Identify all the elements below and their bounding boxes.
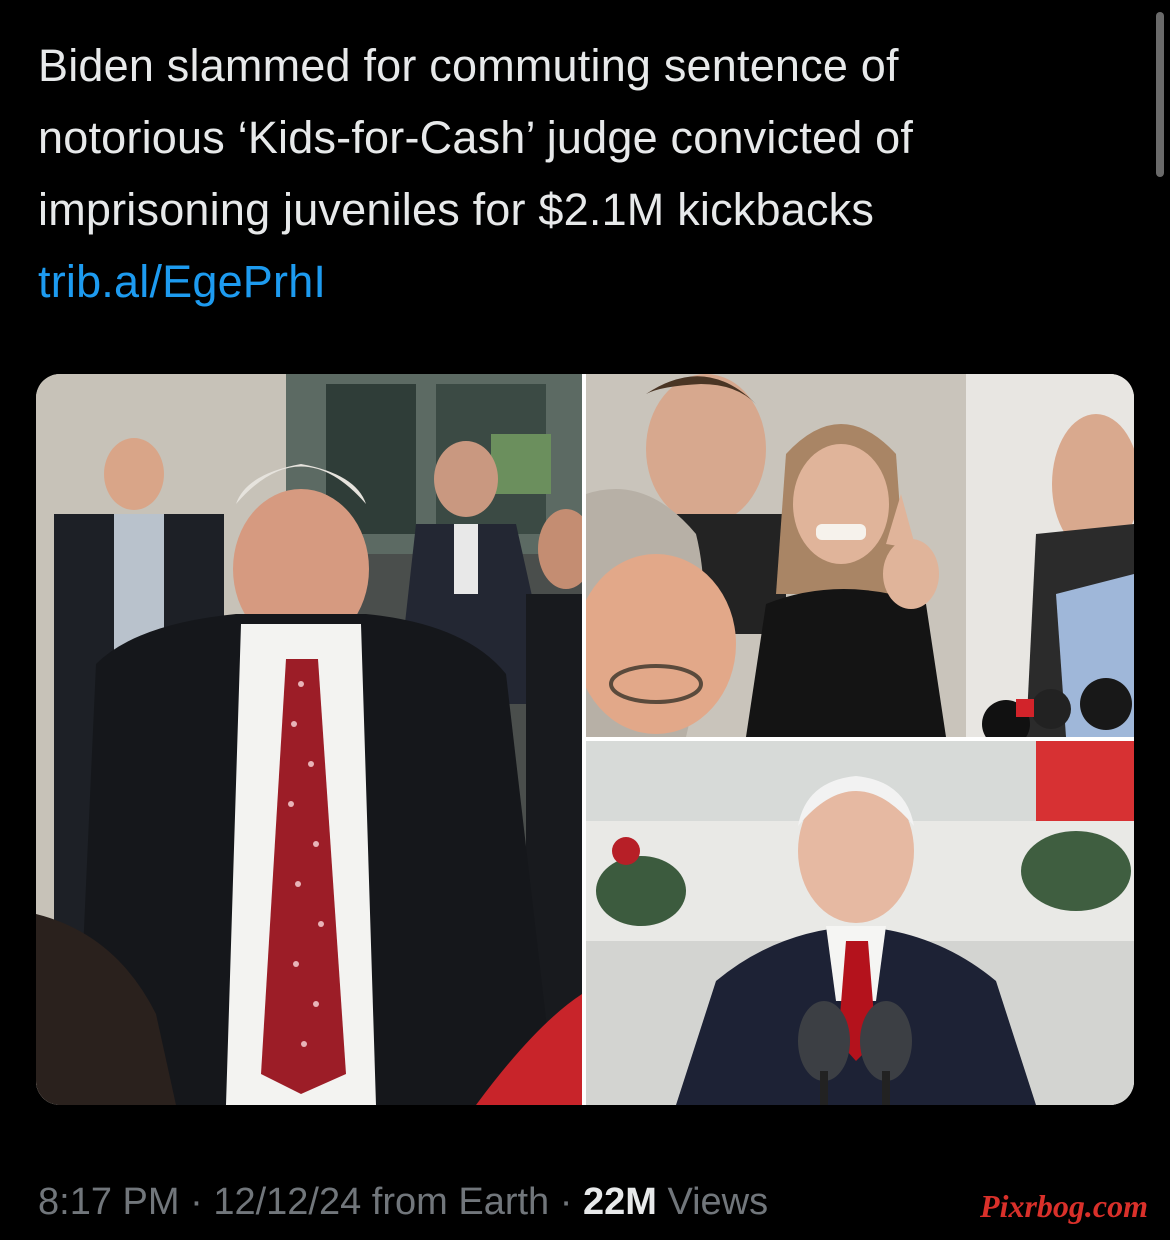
tweet-text-line-3: imprisoning juveniles for $2.1M kickback… (38, 184, 875, 235)
tweet-text-line-1: Biden slammed for commuting sentence of (38, 40, 899, 91)
tweet-text: Biden slammed for commuting sentence of … (38, 30, 1118, 318)
scrollbar[interactable] (1156, 12, 1164, 177)
photo-biden-at-podium[interactable] (586, 741, 1134, 1105)
tweet-date[interactable]: 12/12/24 (213, 1181, 361, 1223)
tweet-source: from Earth (361, 1181, 550, 1223)
meta-separator: · (179, 1181, 214, 1223)
tweet-meta: 8:17 PM · 12/12/24 from Earth · 22M View… (38, 1178, 768, 1226)
tweet-time: 8:17 PM (38, 1181, 180, 1223)
tweet-link[interactable]: trib.al/EgePrhI (38, 246, 1118, 318)
views-count[interactable]: 22M (583, 1181, 657, 1223)
photo-judge-leaving-courthouse[interactable] (36, 374, 582, 1105)
photo-angry-woman-pointing[interactable] (586, 374, 1134, 737)
watermark: Pixrbog.com (980, 1188, 1148, 1224)
tweet-text-line-2: notorious ‘Kids-for-Cash’ judge convicte… (38, 112, 914, 163)
views-label: Views (656, 1181, 769, 1223)
media-grid (36, 374, 1134, 1105)
meta-separator: · (549, 1181, 583, 1223)
